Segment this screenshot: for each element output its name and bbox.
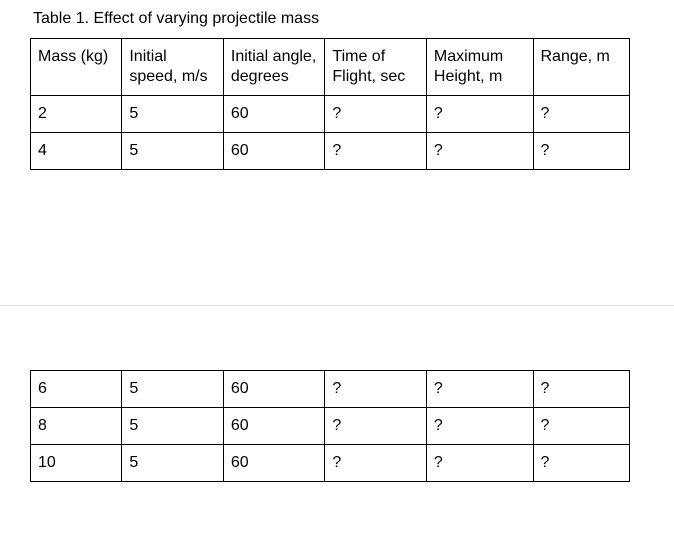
cell-height: ?: [426, 96, 533, 133]
cell-mass: 10: [31, 445, 122, 482]
col-header-time: Time of Flight, sec: [325, 39, 427, 96]
cell-mass: 6: [31, 371, 122, 408]
table-row: 10 5 60 ? ? ?: [31, 445, 630, 482]
col-header-mass: Mass (kg): [31, 39, 122, 96]
cell-height: ?: [426, 371, 533, 408]
cell-range: ?: [533, 408, 630, 445]
cell-time: ?: [325, 408, 427, 445]
table-row: 8 5 60 ? ? ?: [31, 408, 630, 445]
table-header-row: Mass (kg) Initial speed, m/s Initial ang…: [31, 39, 630, 96]
cell-speed: 5: [122, 96, 224, 133]
cell-range: ?: [533, 445, 630, 482]
cell-angle: 60: [223, 133, 325, 170]
cell-time: ?: [325, 133, 427, 170]
table-row: 6 5 60 ? ? ?: [31, 371, 630, 408]
cell-speed: 5: [122, 408, 224, 445]
table-title: Table 1. Effect of varying projectile ma…: [33, 10, 644, 28]
cell-range: ?: [533, 133, 630, 170]
projectile-table-top: Mass (kg) Initial speed, m/s Initial ang…: [30, 38, 630, 482]
cell-range: ?: [533, 371, 630, 408]
cell-angle: 60: [223, 96, 325, 133]
cell-time: ?: [325, 371, 427, 408]
cell-mass: 2: [31, 96, 122, 133]
col-header-speed: Initial speed, m/s: [122, 39, 224, 96]
col-header-height: Maximum Height, m: [426, 39, 533, 96]
col-header-angle: Initial angle, degrees: [223, 39, 325, 96]
cell-angle: 60: [223, 445, 325, 482]
cell-speed: 5: [122, 371, 224, 408]
cell-mass: 4: [31, 133, 122, 170]
cell-speed: 5: [122, 133, 224, 170]
cell-time: ?: [325, 96, 427, 133]
cell-speed: 5: [122, 445, 224, 482]
table-row: 2 5 60 ? ? ?: [31, 96, 630, 133]
cell-height: ?: [426, 445, 533, 482]
page-divider: [0, 305, 674, 306]
table-row: 4 5 60 ? ? ?: [31, 133, 630, 170]
cell-height: ?: [426, 408, 533, 445]
cell-angle: 60: [223, 408, 325, 445]
cell-range: ?: [533, 96, 630, 133]
page-break-gap: [31, 170, 630, 371]
cell-mass: 8: [31, 408, 122, 445]
cell-height: ?: [426, 133, 533, 170]
col-header-range: Range, m: [533, 39, 630, 96]
cell-angle: 60: [223, 371, 325, 408]
cell-time: ?: [325, 445, 427, 482]
